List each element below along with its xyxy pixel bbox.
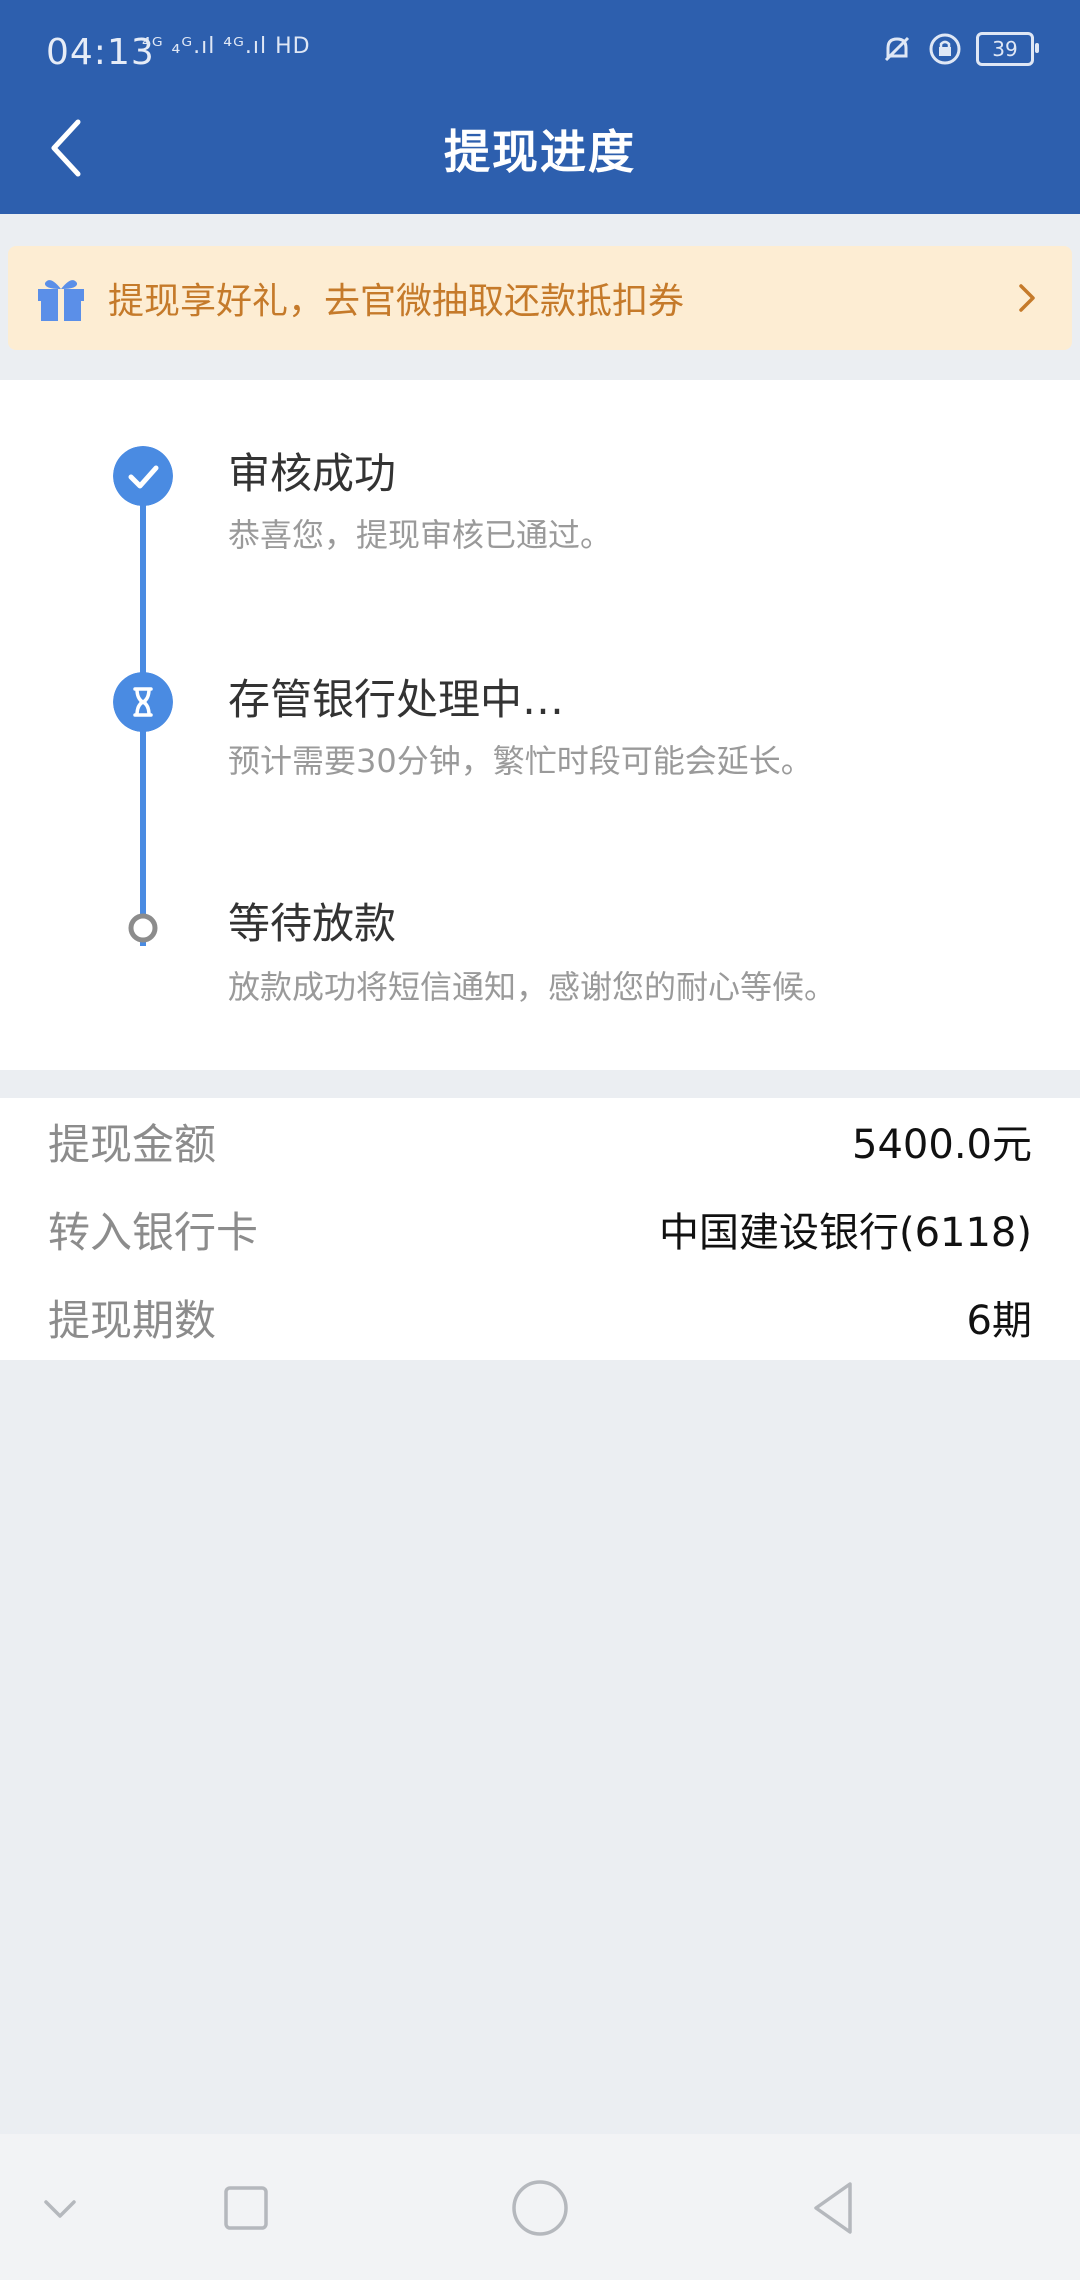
step-title: 审核成功 [228,449,397,498]
step-title: 存管银行处理中… [228,675,565,724]
hourglass-icon [113,672,173,732]
banner-text: 提现享好礼，去官微抽取还款抵扣券 [108,281,685,322]
status-time: 04:13 [46,32,155,73]
periods-label: 提现期数 [48,1295,217,1345]
periods-row: 提现期数 6期 [48,1274,1032,1360]
progress-timeline: 审核成功 恭喜您，提现审核已通过。 存管银行处理中… 预计需要30分钟，繁忙时段… [0,380,1080,1070]
pending-circle-icon [128,913,158,943]
promo-banner[interactable]: 提现享好礼，去官微抽取还款抵扣券 [8,246,1072,350]
step-title: 等待放款 [228,899,397,948]
periods-value: 6期 [966,1298,1032,1344]
amount-value: 5400.0元 [852,1122,1032,1168]
bank-card-label: 转入银行卡 [48,1207,259,1257]
lock-rotation-icon [929,33,961,65]
check-icon [113,446,173,506]
app-header: 04:13 ⁴ᴳ ₄ᴳ.ıl ⁴ᴳ.ıl HD 39 提现进度 [0,0,1080,214]
battery-icon: 39 [976,32,1039,66]
step-description: 放款成功将短信通知，感谢您的耐心等候。 [228,968,837,1006]
amount-label: 提现金额 [48,1119,217,1169]
page-title: 提现进度 [444,125,636,179]
status-icons: 39 [880,32,1039,66]
amount-row: 提现金额 5400.0元 [48,1098,1032,1184]
system-nav-bar [0,2134,1080,2280]
bank-card-row: 转入银行卡 中国建设银行(6118) [48,1186,1032,1272]
status-bar: 04:13 ⁴ᴳ ₄ᴳ.ıl ⁴ᴳ.ıl HD 39 [0,0,1080,110]
signal-indicators: ⁴ᴳ ₄ᴳ.ıl ⁴ᴳ.ıl HD [142,34,311,59]
step-description: 恭喜您，提现审核已通过。 [228,516,613,554]
nav-home-icon[interactable] [508,2176,572,2240]
withdrawal-info: 提现金额 5400.0元 转入银行卡 中国建设银行(6118) 提现期数 6期 [0,1098,1080,1360]
nav-recent-icon[interactable] [214,2176,278,2240]
bank-card-value: 中国建设银行(6118) [658,1210,1032,1256]
gift-icon [38,280,84,321]
chevron-right-icon [1019,284,1035,312]
mute-bell-icon [884,36,910,62]
step-description: 预计需要30分钟，繁忙时段可能会延长。 [228,742,813,780]
nav-back-icon[interactable] [802,2176,866,2240]
nav-down-icon[interactable] [28,2176,92,2240]
